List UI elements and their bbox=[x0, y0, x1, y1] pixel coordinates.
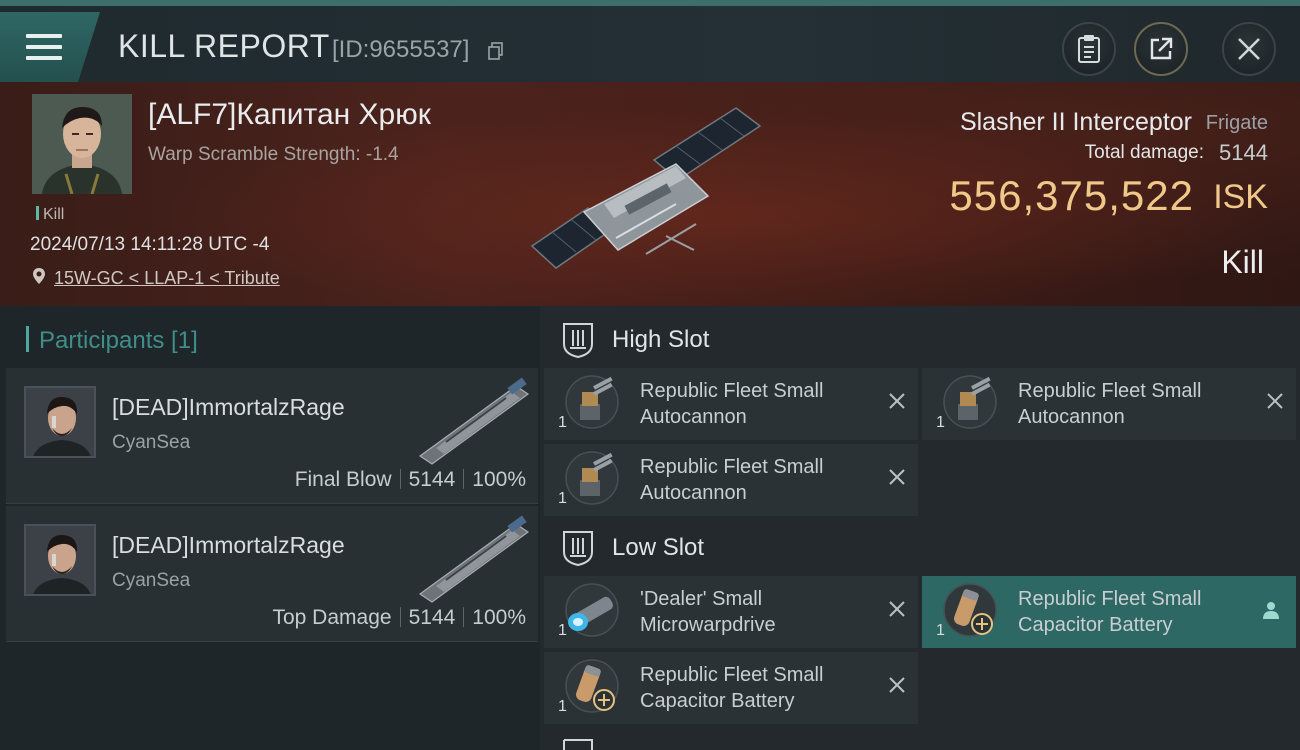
module-quantity: 1 bbox=[558, 698, 567, 715]
module-item[interactable]: 1 Republic Fleet Small Capacitor Battery bbox=[544, 652, 918, 724]
ship-class: Frigate bbox=[1205, 112, 1268, 134]
isk-value: 556,375,522 bbox=[949, 172, 1194, 219]
destroyed-icon bbox=[1267, 393, 1283, 409]
participant-row[interactable]: [DEAD]ImmortalzRage CyanSea Final Blow 51… bbox=[6, 368, 538, 504]
low-slot-header: Low Slot bbox=[540, 518, 1300, 576]
module-name: Republic Fleet Small Capacitor Battery bbox=[640, 662, 860, 714]
location-pin-icon bbox=[33, 268, 45, 284]
participant-role: Final Blow bbox=[294, 468, 392, 491]
participant-damage: 5144 bbox=[408, 468, 456, 491]
module-name-line2: Autocannon bbox=[1018, 406, 1125, 428]
victim-avatar[interactable] bbox=[32, 94, 132, 194]
ship-name[interactable]: Slasher II Interceptor bbox=[960, 108, 1192, 137]
isk-unit: ISK bbox=[1213, 178, 1268, 216]
module-name-line1: Republic Fleet Small bbox=[640, 456, 824, 478]
high-slot-title: High Slot bbox=[612, 326, 710, 353]
module-name-line1: Republic Fleet Small bbox=[640, 380, 824, 402]
module-name-line2: Capacitor Battery bbox=[1018, 614, 1173, 636]
module-name-line1: Republic Fleet Small bbox=[640, 664, 824, 686]
mid-slot-icon bbox=[563, 739, 593, 750]
share-icon bbox=[1150, 37, 1173, 60]
participant-name: [DEAD]ImmortalzRage bbox=[112, 532, 345, 558]
module-name: Republic Fleet Small Autocannon bbox=[640, 378, 860, 430]
participant-damage: 5144 bbox=[408, 606, 456, 629]
autocannon-icon bbox=[565, 375, 619, 429]
close-button[interactable] bbox=[1222, 22, 1276, 76]
participant-corp: CyanSea bbox=[112, 570, 191, 591]
module-name-line2: Autocannon bbox=[640, 406, 747, 428]
low-slot-title: Low Slot bbox=[612, 534, 705, 561]
module-name-line2: Autocannon bbox=[640, 482, 747, 504]
capacitor-battery-icon bbox=[943, 583, 997, 637]
destroyed-icon bbox=[889, 469, 905, 485]
module-item[interactable]: 1 Republic Fleet Small Autocannon bbox=[922, 368, 1296, 440]
total-damage-value: 5144 bbox=[1219, 140, 1268, 165]
participants-panel: Participants [1] [DEAD]ImmortalzRage Cya… bbox=[0, 306, 540, 750]
clipboard-icon bbox=[1078, 35, 1100, 63]
victim-subtitle: Warp Scramble Strength: -1.4 bbox=[148, 144, 399, 165]
fittings-panel: High Slot 1 Republic Fleet Small Autocan… bbox=[540, 306, 1300, 750]
module-quantity: 1 bbox=[936, 414, 945, 431]
menu-icon bbox=[26, 34, 62, 62]
module-name-line2: Capacitor Battery bbox=[640, 690, 795, 712]
page-title: KILL REPORT bbox=[118, 28, 330, 64]
dropped-person-icon bbox=[1263, 602, 1279, 619]
participant-corp: CyanSea bbox=[112, 432, 191, 453]
participant-avatar[interactable] bbox=[24, 524, 96, 596]
participant-stats: Final Blow 5144 100% bbox=[295, 468, 526, 492]
high-slot-header: High Slot bbox=[540, 310, 1300, 368]
module-item[interactable]: 1 Republic Fleet Small Capacitor Battery bbox=[922, 576, 1296, 648]
module-quantity: 1 bbox=[558, 414, 567, 431]
capacitor-battery-icon bbox=[565, 659, 619, 713]
high-slot-icon bbox=[563, 323, 593, 358]
report-id: [ID:9655537] bbox=[332, 36, 470, 63]
destroyed-icon bbox=[889, 677, 905, 693]
copy-icon[interactable] bbox=[488, 42, 504, 60]
low-slot-icon bbox=[563, 531, 593, 566]
kill-summary: [ALF7]Капитан Хрюк Warp Scramble Strengt… bbox=[0, 82, 1300, 306]
module-name: 'Dealer' Small Microwarpdrive bbox=[640, 586, 860, 638]
participant-name: [DEAD]ImmortalzRage bbox=[112, 394, 345, 420]
share-button[interactable] bbox=[1134, 22, 1188, 76]
destroyed-icon bbox=[889, 393, 905, 409]
autocannon-icon bbox=[943, 375, 997, 429]
kill-timestamp: 2024/07/13 14:11:28 UTC -4 bbox=[30, 234, 270, 255]
menu-button[interactable] bbox=[0, 12, 100, 82]
title-bar: KILL REPORT [ID:9655537] bbox=[0, 0, 1300, 82]
module-item[interactable]: 1 'Dealer' Small Microwarpdrive bbox=[544, 576, 918, 648]
module-name: Republic Fleet Small Capacitor Battery bbox=[1018, 586, 1238, 638]
module-quantity: 1 bbox=[558, 490, 567, 507]
participant-role: Top Damage bbox=[272, 606, 392, 629]
participant-percent: 100% bbox=[472, 606, 526, 629]
participant-row[interactable]: [DEAD]ImmortalzRage CyanSea Top Damage 51… bbox=[6, 506, 538, 642]
module-name: Republic Fleet Small Autocannon bbox=[1018, 378, 1238, 430]
location-link[interactable]: 15W-GC < LLAP-1 < Tribute bbox=[54, 268, 280, 289]
victim-name: [ALF7]Капитан Хрюк bbox=[148, 98, 431, 131]
participants-heading: Participants [1] bbox=[26, 326, 198, 355]
module-name-line1: Republic Fleet Small bbox=[1018, 380, 1202, 402]
module-name: Republic Fleet Small Autocannon bbox=[640, 454, 860, 506]
weapon-icon bbox=[418, 377, 530, 465]
module-name-line2: Microwarpdrive bbox=[640, 614, 776, 636]
module-name-line1: 'Dealer' Small bbox=[640, 588, 763, 610]
kill-tag: Kill bbox=[36, 206, 64, 224]
participant-stats: Top Damage 5144 100% bbox=[272, 606, 526, 630]
participant-percent: 100% bbox=[472, 468, 526, 491]
module-item[interactable]: 1 Republic Fleet Small Autocannon bbox=[544, 444, 918, 516]
destroyed-icon bbox=[889, 601, 905, 617]
microwarpdrive-icon bbox=[565, 583, 619, 637]
kill-result: Kill bbox=[1221, 244, 1264, 280]
participant-avatar[interactable] bbox=[24, 386, 96, 458]
total-damage-label: Total damage: bbox=[1084, 142, 1204, 163]
ship-image bbox=[530, 107, 762, 269]
autocannon-icon bbox=[565, 451, 619, 505]
module-item[interactable]: 1 Republic Fleet Small Autocannon bbox=[544, 368, 918, 440]
module-name-line1: Republic Fleet Small bbox=[1018, 588, 1202, 610]
module-quantity: 1 bbox=[936, 622, 945, 639]
close-icon bbox=[1238, 38, 1260, 60]
clipboard-button[interactable] bbox=[1062, 22, 1116, 76]
weapon-icon bbox=[418, 515, 530, 603]
module-quantity: 1 bbox=[558, 622, 567, 639]
